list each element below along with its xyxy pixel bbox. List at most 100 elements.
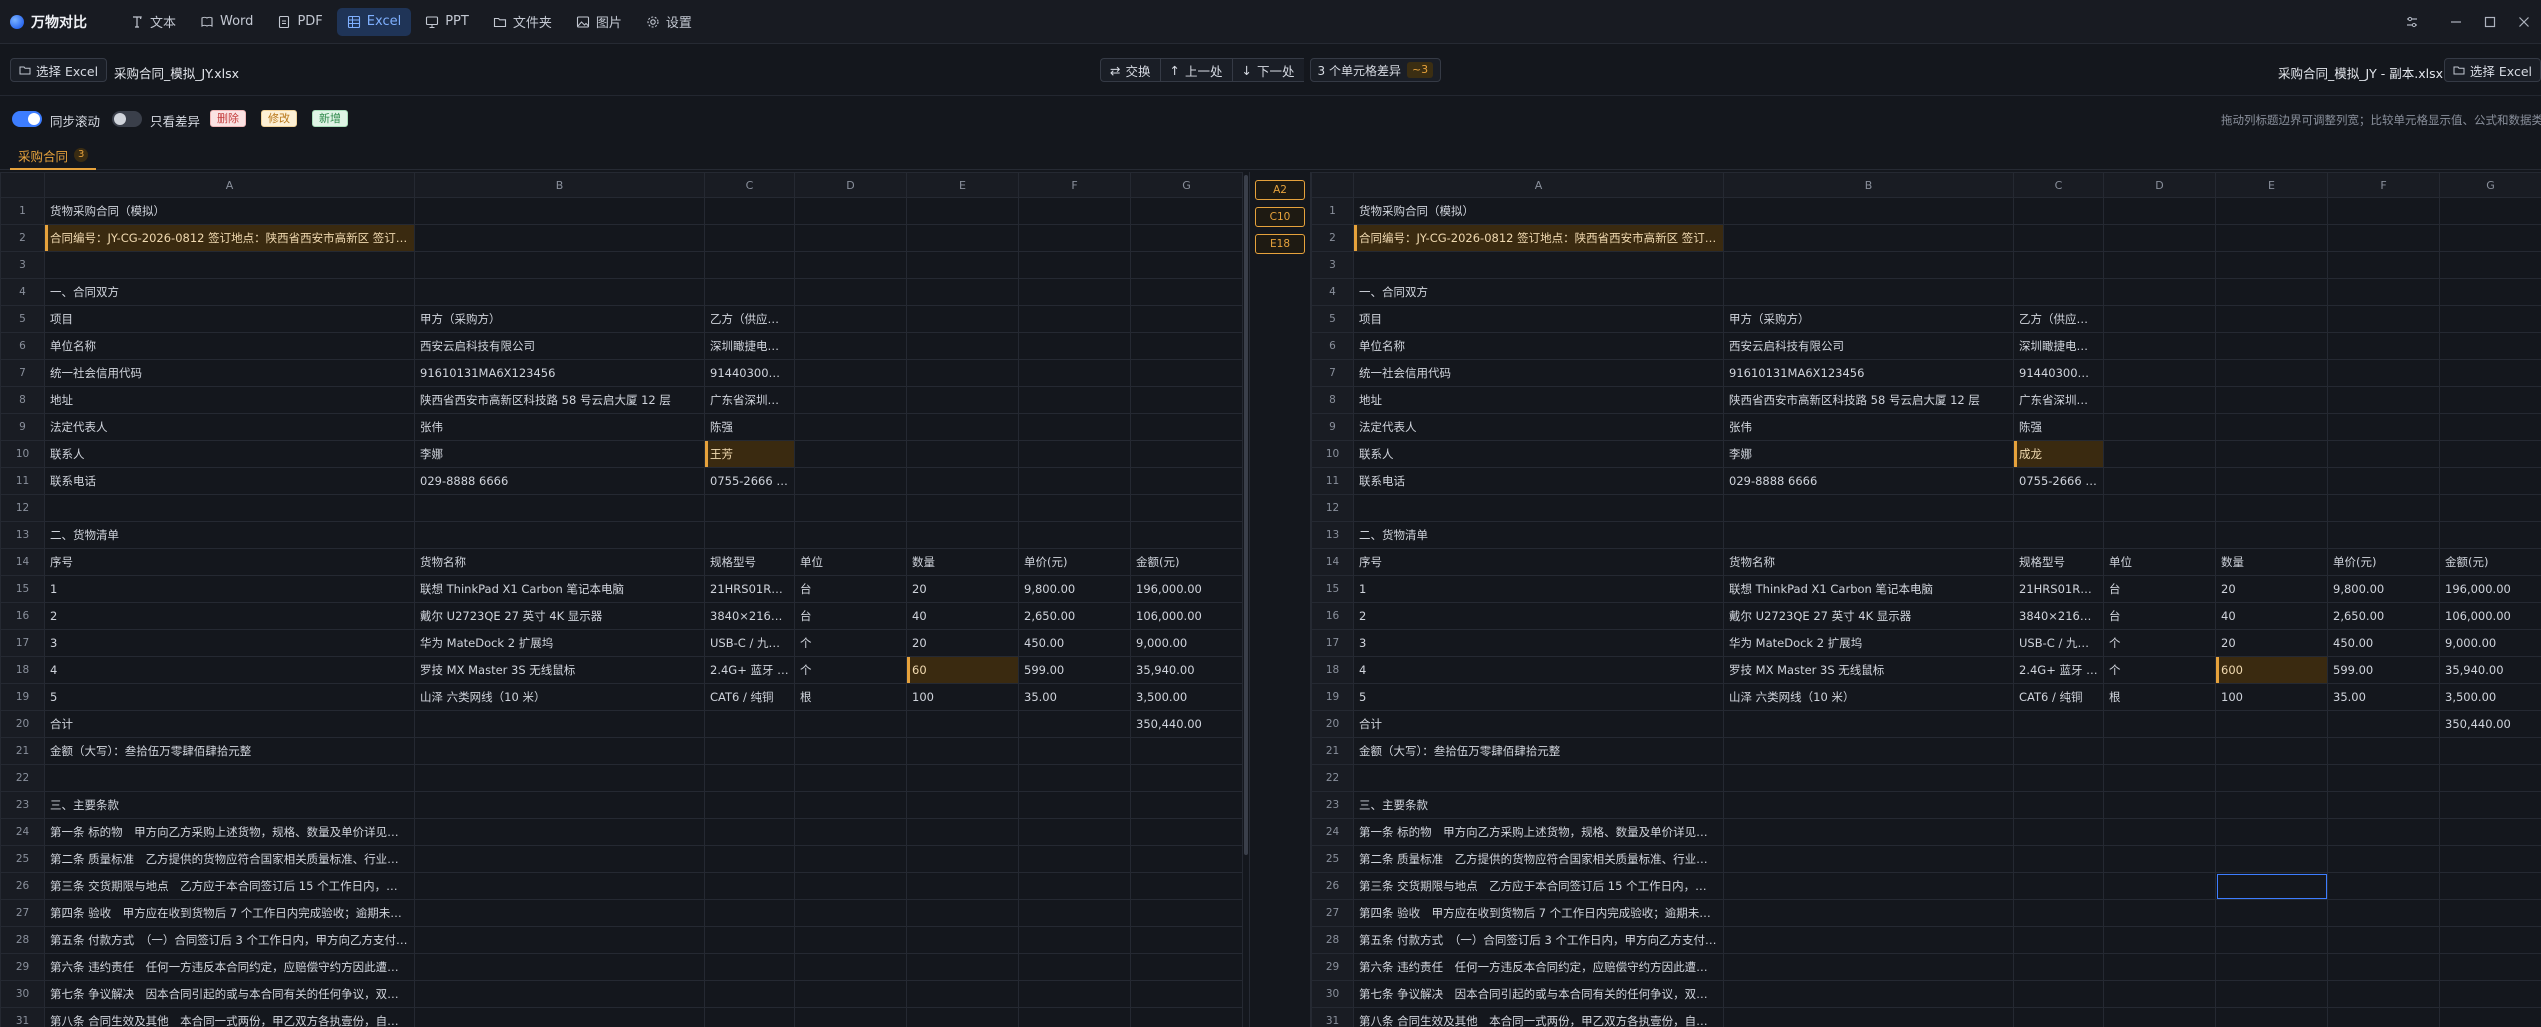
grid-cell[interactable] <box>2215 467 2328 495</box>
grid-cell[interactable] <box>704 494 795 522</box>
grid-cell[interactable] <box>906 305 1019 333</box>
row-number[interactable]: 8 <box>0 386 45 414</box>
grid-cell[interactable]: 山泽 六类网线（10 米） <box>414 683 705 711</box>
grid-cell[interactable] <box>794 305 907 333</box>
grid-cell[interactable] <box>704 791 795 819</box>
grid-cell[interactable]: 第二条 质量标准 乙方提供的货物应符合国家相关质量标准、行业规范及厂家标准。 <box>1353 845 1724 873</box>
grid-cell[interactable]: 第七条 争议解决 因本合同引起的或与本合同有关的任何争议，双方应友好协商解决。 <box>44 980 415 1008</box>
column-header[interactable]: E <box>906 172 1019 198</box>
grid-cell[interactable] <box>2327 764 2440 792</box>
grid-cell[interactable] <box>906 737 1019 765</box>
grid-cell[interactable] <box>2439 278 2541 306</box>
grid-cell[interactable] <box>2439 926 2541 954</box>
grid-cell[interactable]: 350,440.00 <box>1130 710 1243 738</box>
grid-cell[interactable] <box>794 440 907 468</box>
grid-cell[interactable]: 地址 <box>1353 386 1724 414</box>
grid-cell[interactable] <box>2327 1007 2440 1027</box>
grid-cell[interactable] <box>794 467 907 495</box>
grid-cell[interactable] <box>2439 980 2541 1008</box>
grid-cell[interactable] <box>2013 818 2104 846</box>
grid-cell[interactable]: 029-8888 6666 <box>1723 467 2014 495</box>
grid-cell[interactable] <box>2439 224 2541 252</box>
grid-cell[interactable]: 40 <box>2215 602 2328 630</box>
row-number[interactable]: 4 <box>1311 278 1354 306</box>
grid-cell[interactable] <box>1130 872 1243 900</box>
grid-cell[interactable] <box>2013 197 2104 225</box>
grid-cell[interactable]: 金额(元) <box>2439 548 2541 576</box>
grid-cell[interactable] <box>2013 521 2104 549</box>
grid-cell[interactable] <box>2103 791 2216 819</box>
grid-cell[interactable]: 第一条 标的物 甲方向乙方采购上述货物，规格、数量及单价详见本合同货物清单。 <box>1353 818 1724 846</box>
grid-cell[interactable] <box>1018 386 1131 414</box>
grid-cell[interactable]: 山泽 六类网线（10 米） <box>1723 683 2014 711</box>
grid-cell[interactable] <box>2215 899 2328 927</box>
grid-cell[interactable] <box>2439 467 2541 495</box>
grid-cell[interactable] <box>2327 953 2440 981</box>
grid-cell[interactable] <box>704 872 795 900</box>
grid-cell[interactable] <box>2013 980 2104 1008</box>
grid-cell[interactable] <box>2103 818 2216 846</box>
grid-cell[interactable]: 91440300MA5F654321 <box>704 359 795 387</box>
grid-cell[interactable] <box>2327 872 2440 900</box>
grid-cell[interactable]: 联系人 <box>1353 440 1724 468</box>
sync-scroll-toggle[interactable] <box>12 111 42 127</box>
grid-cell[interactable]: 货物名称 <box>414 548 705 576</box>
grid-cell[interactable]: 20 <box>2215 629 2328 657</box>
grid-cell[interactable] <box>2215 845 2328 873</box>
grid-cell[interactable] <box>2013 224 2104 252</box>
row-number[interactable]: 12 <box>0 494 45 522</box>
grid-cell[interactable]: 单位名称 <box>44 332 415 360</box>
grid-cell[interactable] <box>2215 413 2328 441</box>
grid-cell[interactable] <box>2327 440 2440 468</box>
grid-cell[interactable] <box>1130 764 1243 792</box>
row-number[interactable]: 19 <box>1311 683 1354 711</box>
grid-cell[interactable] <box>1723 818 2014 846</box>
grid-cell[interactable] <box>2327 818 2440 846</box>
grid-cell[interactable] <box>704 926 795 954</box>
grid-cell[interactable]: CAT6 / 纯铜 <box>704 683 795 711</box>
grid-cell[interactable] <box>1018 413 1131 441</box>
grid-cell[interactable]: 106,000.00 <box>1130 602 1243 630</box>
grid-cell[interactable]: 9,000.00 <box>1130 629 1243 657</box>
diff-cell[interactable]: 600 <box>2215 656 2328 684</box>
grid-cell[interactable] <box>2215 737 2328 765</box>
column-header[interactable]: F <box>2327 172 2440 198</box>
row-number[interactable]: 5 <box>1311 305 1354 333</box>
grid-cell[interactable] <box>1018 953 1131 981</box>
grid-cell[interactable] <box>2215 926 2328 954</box>
diff-marker[interactable]: A2 <box>1255 180 1305 200</box>
diff-cell[interactable]: 成龙 <box>2013 440 2104 468</box>
column-header[interactable]: G <box>2439 172 2541 198</box>
grid-cell[interactable] <box>2103 764 2216 792</box>
row-number[interactable]: 1 <box>0 197 45 225</box>
grid-cell[interactable]: 3,500.00 <box>1130 683 1243 711</box>
grid-cell[interactable] <box>2215 251 2328 279</box>
right-sheet-pane[interactable]: A B C D E F G 1 货物采购合同（模拟） 2 合同编号：JY-CG-2026-0812 … <box>1311 172 2541 1027</box>
grid-cell[interactable] <box>1130 440 1243 468</box>
grid-cell[interactable] <box>414 953 705 981</box>
grid-cell[interactable]: 196,000.00 <box>2439 575 2541 603</box>
row-number[interactable]: 26 <box>1311 872 1354 900</box>
grid-cell[interactable]: 罗技 MX Master 3S 无线鼠标 <box>414 656 705 684</box>
grid-cell[interactable]: 100 <box>2215 683 2328 711</box>
grid-cell[interactable] <box>1723 251 2014 279</box>
right-select-excel-button[interactable]: 选择 Excel <box>2443 58 2541 82</box>
grid-cell[interactable] <box>1018 872 1131 900</box>
column-header[interactable]: G <box>1130 172 1243 198</box>
grid-cell[interactable]: 5 <box>44 683 415 711</box>
grid-cell[interactable] <box>1723 764 2014 792</box>
grid-cell[interactable]: 个 <box>2103 656 2216 684</box>
row-number[interactable]: 22 <box>1311 764 1354 792</box>
grid-cell[interactable]: 统一社会信用代码 <box>44 359 415 387</box>
grid-cell[interactable] <box>1130 953 1243 981</box>
row-number[interactable]: 19 <box>0 683 45 711</box>
grid-cell[interactable]: 0755-2666 8888 <box>2013 467 2104 495</box>
grid-cell[interactable]: 3840×2160 / IPS <box>704 602 795 630</box>
grid-cell[interactable]: 金额（大写）：叁拾伍万零肆佰肆拾元整 <box>1353 737 1724 765</box>
grid-cell[interactable] <box>2215 764 2328 792</box>
grid-cell[interactable] <box>906 386 1019 414</box>
grid-cell[interactable] <box>1018 899 1131 927</box>
grid-cell[interactable] <box>2013 251 2104 279</box>
row-number[interactable]: 18 <box>0 656 45 684</box>
grid-cell[interactable] <box>1018 818 1131 846</box>
